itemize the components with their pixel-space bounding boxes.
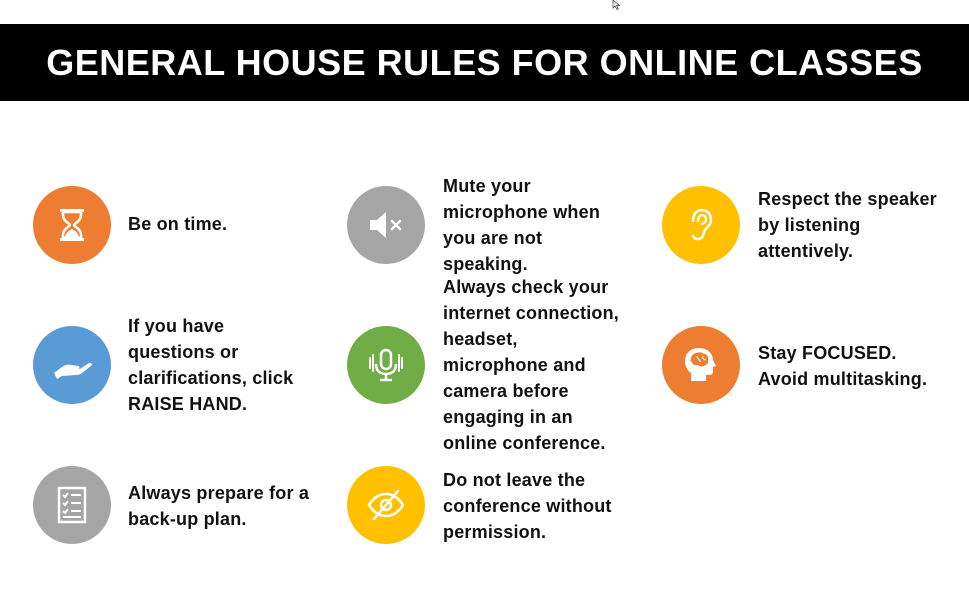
rule-icon-circle bbox=[662, 326, 740, 404]
ear-icon bbox=[691, 208, 713, 241]
rule-text-raise-hand: If you have questions or clarifications,… bbox=[128, 316, 294, 414]
rule-icon-circle bbox=[662, 186, 740, 264]
checklist-icon bbox=[57, 486, 87, 524]
rule-text-leave-conference: Do not leave the conference without perm… bbox=[443, 470, 612, 542]
rule-text-respect-speaker: Respect the speaker by listening attenti… bbox=[758, 189, 937, 261]
hourglass-icon bbox=[60, 209, 84, 241]
raise-hand-icon bbox=[54, 362, 92, 379]
rule-text-mute-microphone: Mute your microphone when you are not sp… bbox=[443, 176, 601, 274]
hidden-eye-icon bbox=[367, 489, 405, 521]
microphone-icon bbox=[369, 348, 403, 382]
rule-icon-circle bbox=[347, 466, 425, 544]
rule-icon-circle bbox=[33, 326, 111, 404]
title-banner: GENERAL HOUSE RULES FOR ONLINE CLASSES bbox=[0, 24, 969, 101]
rule-text-stay-focused: Stay FOCUSED. Avoid multitasking. bbox=[758, 343, 928, 389]
rule-icon-circle bbox=[33, 186, 111, 264]
rule-icon-circle bbox=[33, 466, 111, 544]
mouse-cursor-icon bbox=[612, 0, 621, 10]
rule-icon-circle bbox=[347, 326, 425, 404]
muted-speaker-icon bbox=[370, 212, 402, 238]
head-brain-icon bbox=[685, 348, 716, 381]
rule-text-be-on-time: Be on time. bbox=[128, 214, 228, 234]
rule-text-backup-plan: Always prepare for a back-up plan. bbox=[128, 483, 310, 529]
page-title: GENERAL HOUSE RULES FOR ONLINE CLASSES bbox=[46, 41, 923, 83]
rule-text-check-connection: Always check your internet connection, h… bbox=[443, 277, 620, 453]
rule-icon-circle bbox=[347, 186, 425, 264]
